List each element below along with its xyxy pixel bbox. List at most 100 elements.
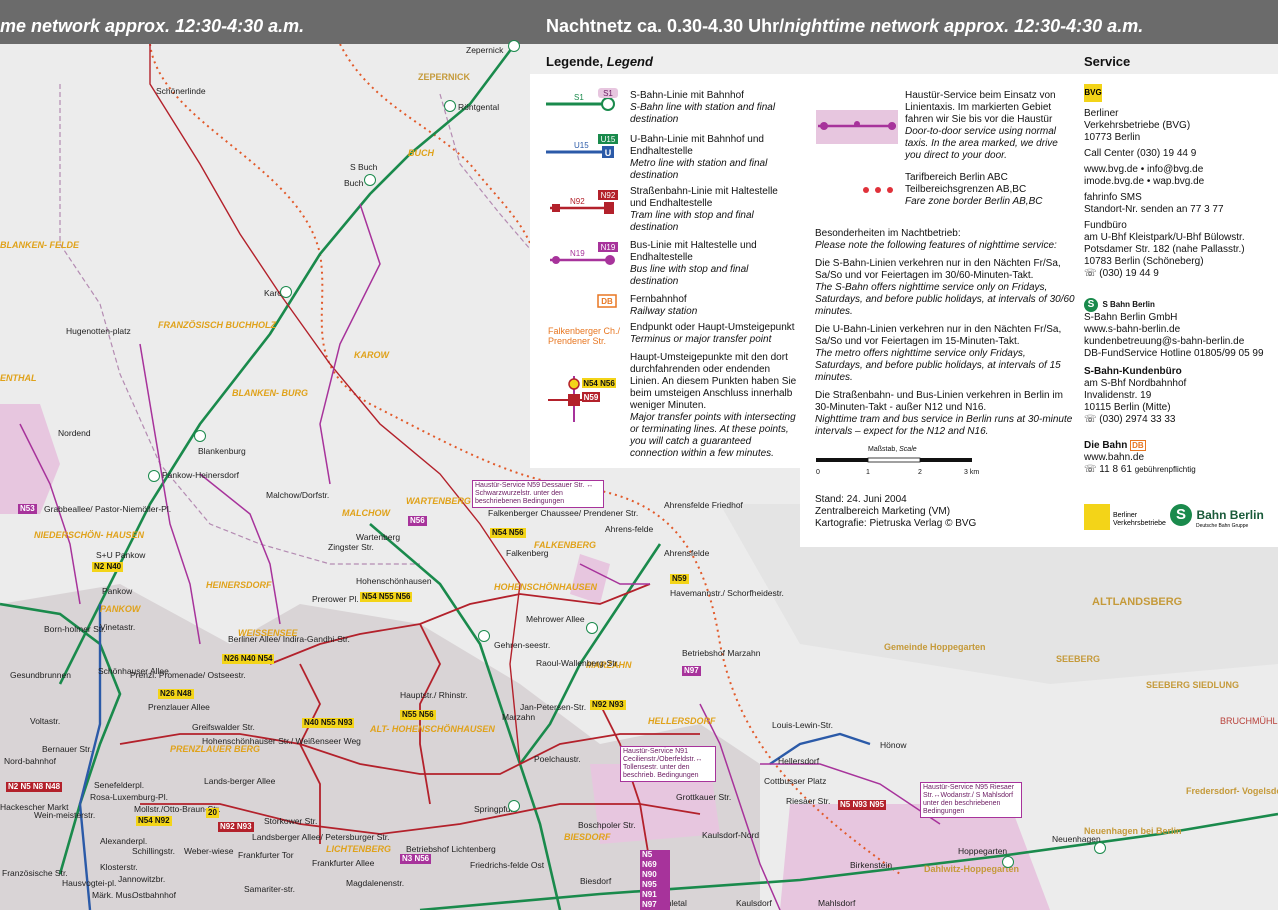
scale-bar: 0 1 2 3 km (816, 457, 979, 476)
place-storkower-str: Storkower Str. (264, 816, 318, 826)
transfer-badge-n53[interactable]: N53 (18, 504, 37, 514)
place-ahrensfelde-friedhof: Ahrensfelde Friedhof (664, 500, 743, 510)
service-sbahn-block: S-Bahn Berlin GmbH www.s-bahn-berlin.de … (1084, 312, 1264, 425)
district-altlandsberg: ALTLANDSBERG (1092, 596, 1183, 608)
place-schillingstr: Schillingstr. (132, 846, 175, 856)
door-service-box-n91: Haustür-Service N91 Cecilienstr./Oberfel… (620, 746, 716, 782)
legend-door-service-text: Haustür-Service beim Einsatz von Linient… (905, 90, 1058, 161)
place-hohenschoenhausen: Hohenschönhausen (356, 576, 432, 586)
place-kaulsdorf-nord: Kaulsdorf-Nord (702, 830, 760, 840)
legend-tram-badge: N92 (601, 191, 616, 200)
station-hoppegarten[interactable] (1002, 856, 1014, 868)
station-gehrenseestr[interactable] (478, 630, 490, 642)
station-mehrower-allee[interactable] (586, 622, 598, 634)
place-klosterstr: Klosterstr. (100, 862, 138, 872)
service-heading: Service (1084, 54, 1131, 69)
service-db-block: Die Bahn DB www.bahn.de ☏ 11 8 61 gebühr… (1084, 440, 1196, 475)
legend-tram-label: N92 (570, 197, 585, 206)
place-zingster-str: Zingster Str. (328, 542, 374, 552)
place-bernauer-str: Bernauer Str. (42, 744, 93, 754)
place-mehrower-allee: Mehrower Allee (526, 614, 585, 624)
district-wartenberg: WARTENBERG (406, 496, 471, 506)
place-prerower-pl: Prerower Pl. (312, 594, 359, 604)
place-rosa-luxemburg-pl: Rosa-Luxemburg-Pl. (90, 792, 168, 802)
district-heinersdorf: HEINERSDORF (206, 580, 272, 590)
transfer-badge-havemann[interactable]: N59 (670, 574, 689, 584)
transfer-badge-prerower[interactable]: N54 N55 N56 (360, 592, 413, 602)
place-blankenburg: Blankenburg (198, 446, 246, 456)
place-bruchmuehle: BRUCHMÜHLE (1220, 716, 1278, 726)
district-enthal: ENTHAL (0, 373, 37, 383)
legend-sbahn-badge: S1 (603, 89, 613, 98)
district-alt-hohenschoenhausen: ALT- HOHENSCHÖNHAUSEN (370, 724, 495, 734)
bvg-footer-logo-mark (1084, 504, 1110, 530)
place-riesaer-str: Riesaer Str. (786, 796, 831, 806)
place-s-buch: S Buch (350, 162, 378, 172)
bvg-footer-logo-text: Berliner Verkehrsbetriebe (1113, 512, 1166, 527)
station-pankow-heinersdorf[interactable] (148, 470, 160, 482)
transfer-badge-hauptstr[interactable]: N55 N56 (400, 710, 436, 720)
place-hugenottenplatz: Hugenotten-platz (66, 326, 131, 336)
district-hohenschoenhausen: HOHENSCHÖNHAUSEN (494, 582, 598, 592)
transfer-badge-n5-n69[interactable]: N5 N69 N90 N95 N91 N97 (640, 850, 670, 910)
place-zepernick: Zepernick (466, 45, 504, 55)
station-roentgental[interactable] (444, 100, 456, 112)
legend-ubahn-text: U-Bahn-Linie mit Bahnhof und Endhalteste… (630, 134, 768, 181)
transfer-badge-n2-n5-n8[interactable]: N2 N5 N8 N48 (6, 782, 63, 792)
place-hauptstr-rhinstr: Hauptstr./ Rhinstr. (400, 690, 468, 700)
transfer-badge-riesaer[interactable]: N5 N93 N95 (838, 800, 887, 810)
legend-bus-text: Bus-Linie mit Haltestelle und Endhaltest… (630, 240, 757, 287)
place-ostbahnhof: Ostbahnhof (132, 890, 176, 900)
legend-notes: Besonderheiten im Nachtbetrieb: Please n… (815, 228, 1075, 437)
legend-transfer-badge-1: N54 N56 (583, 379, 615, 388)
place-malchow-dorfstr: Malchow/Dorfstr. (266, 490, 330, 500)
legend-transfer-text: Haupt-Umsteigepunkte mit den dort durchf… (630, 352, 797, 459)
transfer-badge-berliner-allee[interactable]: N26 N40 N54 (222, 654, 275, 664)
transfer-badge-jan-petersen[interactable]: N92 N93 (590, 700, 626, 710)
transfer-badge-n92-n93[interactable]: N92 N93 (218, 822, 254, 832)
place-hausvogteipl: Hausvogtei-pl. (62, 878, 117, 888)
place-nordbahnhof: Nord-bahnhof (4, 756, 56, 766)
station-karow[interactable] (280, 286, 292, 298)
transfer-badge-falkenberger[interactable]: N54 N56 (490, 528, 526, 538)
legend-transfer-badge-2: N59 (584, 393, 599, 402)
place-jannowitzbr: Jannowitzbr. (118, 874, 166, 884)
legend-symbols: S1 S1 U U15 U15 N92 N92 N19 N19 DB N54 N… (546, 88, 618, 422)
station-springpfuhl[interactable] (508, 800, 520, 812)
transfer-badge-prenzl-promenade[interactable]: N26 N48 (158, 689, 194, 699)
transfer-badge-20[interactable]: 20 (206, 808, 219, 818)
place-havemannstr: Havemannstr./ Schorfheidestr. (670, 588, 784, 598)
station-blankenburg[interactable] (194, 430, 206, 442)
place-landsberger-allee: Lands-berger Allee (204, 776, 276, 786)
district-franzoesisch-buchholz: FRANZÖSISCH BUCHHOLZ (158, 320, 276, 330)
district-lichtenberg: LICHTENBERG (326, 844, 391, 854)
place-alexanderpl: Alexanderpl. (100, 836, 148, 846)
place-hoenow: Hönow (880, 740, 907, 750)
district-blankenfelde: BLANKEN- FELDE (0, 240, 79, 250)
transfer-badge-n40-n55-n93[interactable]: N40 N55 N93 (302, 718, 355, 728)
transfer-badge-mollstr[interactable]: N54 N92 (136, 816, 172, 826)
district-pankow: PANKOW (100, 604, 141, 614)
transfer-badge-n56[interactable]: N56 (408, 516, 427, 526)
legend-db-text: Fernbahnhof Railway station (630, 294, 698, 317)
station-buch[interactable] (364, 174, 376, 186)
place-prenzlauer-allee: Prenzlauer Allee (148, 702, 210, 712)
legend-endpoint-text: Endpunkt oder Haupt-Umsteigepunkt Terminu… (630, 322, 795, 345)
station-neuenhagen[interactable] (1094, 842, 1106, 854)
station-zepernick[interactable] (508, 40, 520, 52)
place-louis-lewin-str: Louis-Lewin-Str. (772, 720, 833, 730)
place-jan-petersen-str: Jan-Petersen-Str. (520, 702, 587, 712)
legend-fare-text: Tarifbereich Berlin ABC Teilbereichsgrenz… (905, 172, 1043, 207)
title-left-fragment: me network approx. 12:30-4:30 a.m. (0, 16, 305, 36)
place-frankfurter-allee: Frankfurter Allee (312, 858, 375, 868)
transfer-badge-n97[interactable]: N97 (682, 666, 701, 676)
imprint: Stand: 24. Juni 2004 Zentralbereich Mark… (815, 494, 977, 529)
transfer-badge-n3-n56[interactable]: N3 N56 (400, 854, 432, 864)
place-kaulsdorf: Kaulsdorf (736, 898, 772, 908)
legend-symbols-middle (816, 110, 898, 193)
scale-tick-2: 2 (918, 469, 922, 476)
place-betriebshof-lichtenberg: Betriebshof Lichtenberg (406, 844, 496, 854)
scale-tick-0: 0 (816, 469, 820, 476)
district-malchow: MALCHOW (342, 508, 390, 518)
transfer-badge-pankow[interactable]: N2 N40 (92, 562, 124, 572)
